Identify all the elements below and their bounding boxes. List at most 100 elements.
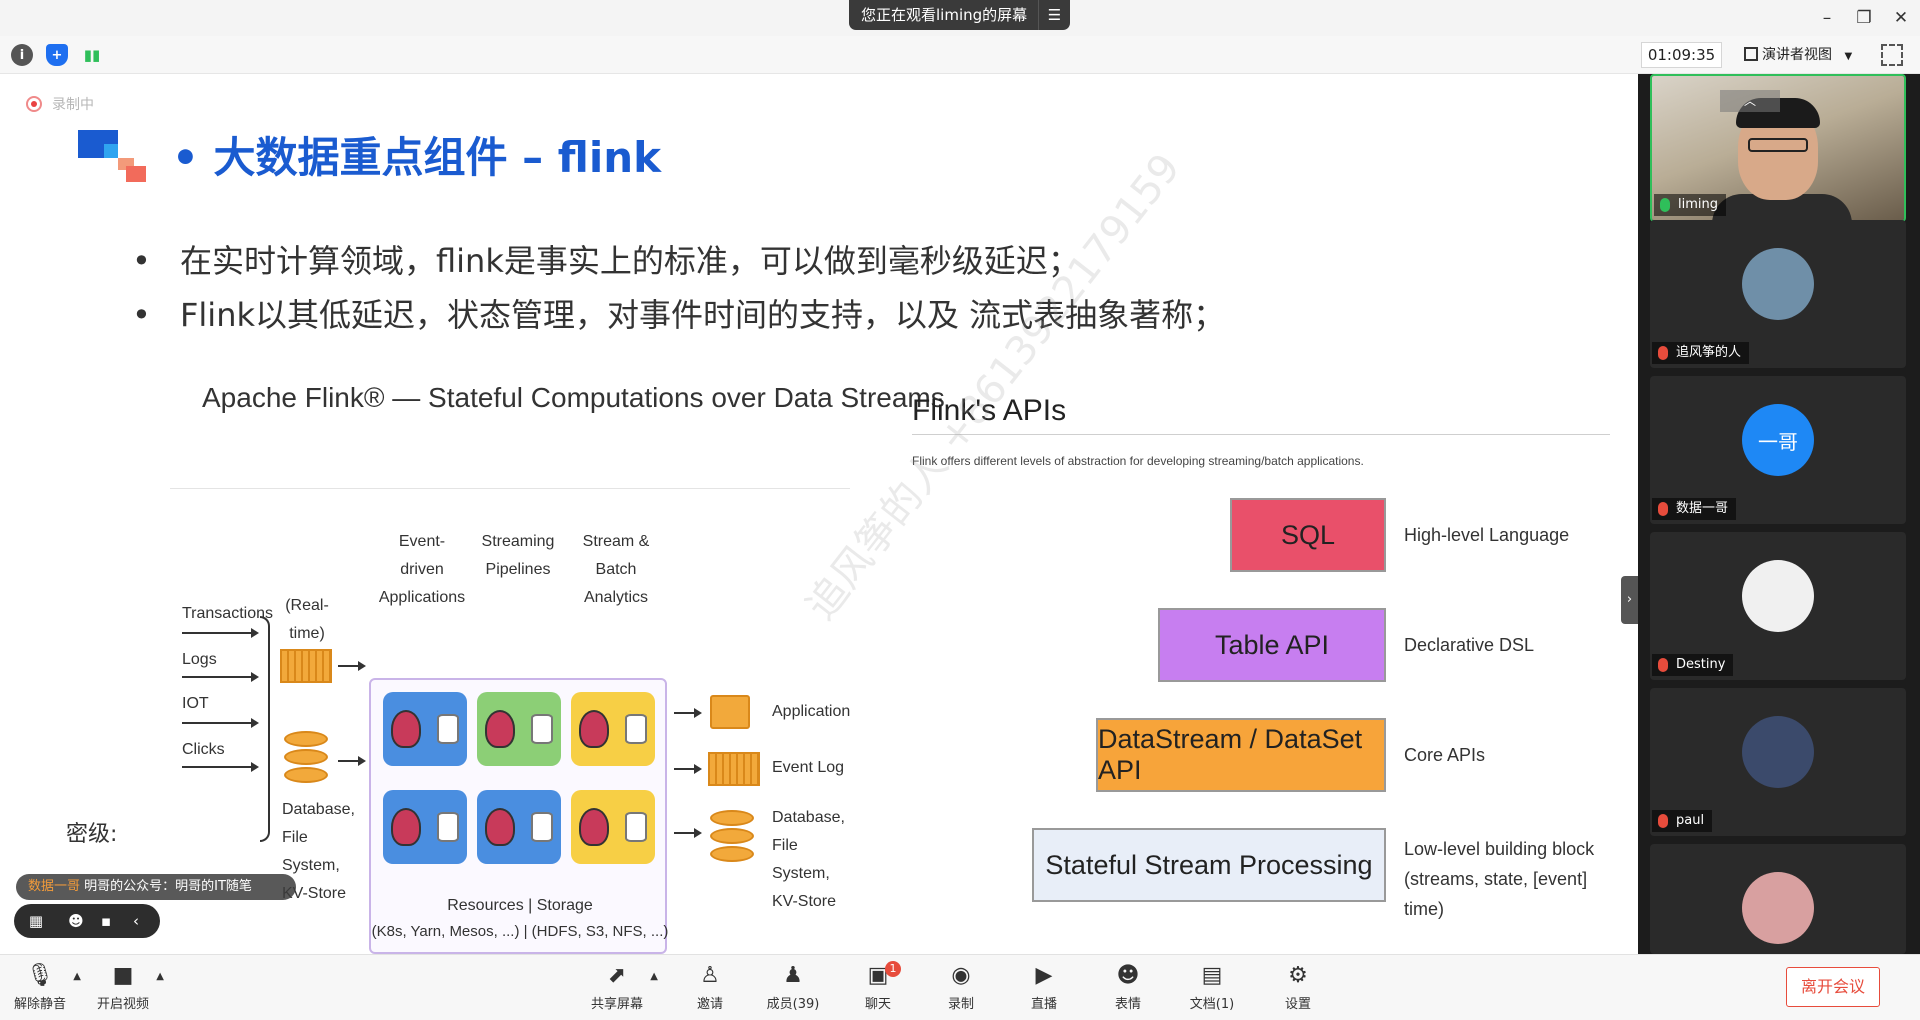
participant-name: 追风筝的人 [1652,342,1750,364]
output-database: Database, File System, KV-Store [772,809,845,910]
minimize-icon[interactable]: – [1814,6,1840,30]
share-label: 共享屏幕 [590,997,643,1012]
mic-muted-icon [1658,658,1668,672]
participant-name: liming [1654,194,1726,216]
source-arrow [182,718,259,728]
record-icon: ◉ [951,963,971,988]
label-event-driven: Event-driven Applications [378,533,466,606]
meeting-timer: 01:09:35 [1641,42,1722,68]
flow-arrow [338,756,366,766]
participant-tile[interactable]: 追风筝的人 [1650,220,1906,368]
view-mode-label: 演讲者视图 [1762,47,1832,63]
chevron-up-icon[interactable]: ︿ [1720,90,1780,112]
flow-arrow [674,828,702,838]
participant-gallery: liming 追风筝的人 一哥 数据一哥 Destiny paul [1638,74,1920,954]
docs-button[interactable]: ▤ 文档(1) [1177,961,1247,1017]
participant-tile[interactable]: Destiny [1650,532,1906,680]
sources-brace [260,616,270,842]
chat-icon[interactable]: ▪ [96,911,116,931]
start-video-button[interactable]: ■ 开启视频 ▲ [88,961,164,1017]
api-layer-datastream: DataStream / DataSet API [1096,718,1386,792]
chevron-up-icon[interactable]: ▲ [73,971,81,982]
flow-arrow [674,764,702,774]
speaker-note: 明哥的公众号：明哥的IT随笔 [84,879,252,894]
chat-button[interactable]: ▣ 聊天 1 [843,961,913,1017]
leave-meeting-button[interactable]: 离开会议 [1786,967,1880,1007]
event-log-icon [708,752,760,786]
source-logs: Logs [182,651,217,668]
database-icon [710,810,754,864]
company-logo [78,130,146,182]
invite-button[interactable]: ♙ 邀请 [675,961,745,1017]
source-iot: IOT [182,695,209,712]
api-desc-sql: High-level Language [1404,525,1570,545]
info-icon[interactable]: i [11,44,33,66]
members-label: 成员(39) [766,997,820,1012]
record-button[interactable]: ◉ 录制 [926,961,996,1017]
shield-icon[interactable]: + [46,44,68,66]
live-button[interactable]: ▶ 直播 [1009,961,1079,1017]
participant-name-text: liming [1678,197,1718,212]
flink-node [477,692,561,766]
restore-icon[interactable]: ❐ [1851,6,1877,30]
fullscreen-icon[interactable] [1881,44,1903,66]
screen-share-banner[interactable]: 您正在观看liming的屏幕 ☰ [849,0,1070,30]
view-mode-dropdown[interactable]: 演讲者视图 ▼ [1734,42,1870,68]
participant-name: 数据一哥 [1652,498,1737,520]
flow-arrow [674,708,702,718]
participant-tile[interactable]: 一哥 数据一哥 [1650,376,1906,524]
signal-icon[interactable]: ▮▮ [81,44,103,66]
avatar: 一哥 [1742,404,1814,476]
settings-button[interactable]: ⚙ 设置 [1263,961,1333,1017]
menu-icon[interactable]: ☰ [1038,0,1070,30]
annotation-mini-toolbar: ▦ ☻ ▪ ‹ [14,904,160,938]
mic-muted-icon [1658,502,1668,516]
share-banner-text: 您正在观看liming的屏幕 [861,6,1028,24]
participant-name-text: paul [1676,813,1705,828]
share-screen-button[interactable]: ⬈ 共享屏幕 ▲ [582,961,658,1017]
unmute-button[interactable]: 🎙 解除静音 ▲ [5,961,81,1017]
participant-name-text: 数据一哥 [1676,501,1729,516]
participant-name-text: 追风筝的人 [1676,345,1742,360]
flink-cluster: Resources | Storage (K8s, Yarn, Mesos, .… [369,678,669,954]
slide-title: • 大数据重点组件 – flink [172,133,662,182]
chat-badge: 1 [885,961,901,977]
flink-node [477,790,561,864]
api-desc-datastream: Core APIs [1404,745,1486,765]
resources-detail: (K8s, Yarn, Mesos, ...) | (HDFS, S3, NFS… [371,923,669,940]
recording-label: 录制中 [52,97,94,113]
chevron-up-icon[interactable]: ▲ [156,971,164,982]
add-user-icon: ♙ [700,963,720,988]
avatar [1742,872,1814,944]
expand-icon[interactable]: › [1621,576,1638,624]
record-dot-icon [26,96,42,112]
settings-label: 设置 [1284,997,1311,1012]
gear-icon: ⚙ [1288,963,1308,988]
docs-label: 文档(1) [1189,997,1235,1012]
reactions-button[interactable]: ☻ 表情 [1093,961,1163,1017]
speaker-name: 数据一哥 [28,879,81,894]
participant-tile[interactable] [1650,844,1906,954]
application-icon [710,695,750,729]
members-button[interactable]: ♟ 成员(39) [758,961,828,1017]
chevron-down-icon: ▼ [1844,51,1853,62]
participant-tile[interactable]: paul [1650,688,1906,836]
close-icon[interactable]: ✕ [1888,6,1914,30]
reactions-label: 表情 [1114,997,1141,1012]
layout-icon[interactable]: ▦ [26,911,46,931]
flink-node [571,790,655,864]
start-video-label: 开启视频 [96,997,149,1012]
flink-node [383,692,467,766]
collapse-icon[interactable]: ‹ [126,911,146,931]
speaker-view-icon [1744,47,1758,61]
participant-name: Destiny [1652,654,1734,676]
source-clicks: Clicks [182,741,225,758]
chat-label: 聊天 [864,997,891,1012]
invite-label: 邀请 [696,997,723,1012]
flow-arrow [338,661,366,671]
flink-node [571,692,655,766]
api-layer-table: Table API [1158,608,1386,682]
live-label: 直播 [1030,997,1057,1012]
chevron-up-icon[interactable]: ▲ [650,971,658,982]
emoji-icon[interactable]: ☻ [66,911,86,931]
